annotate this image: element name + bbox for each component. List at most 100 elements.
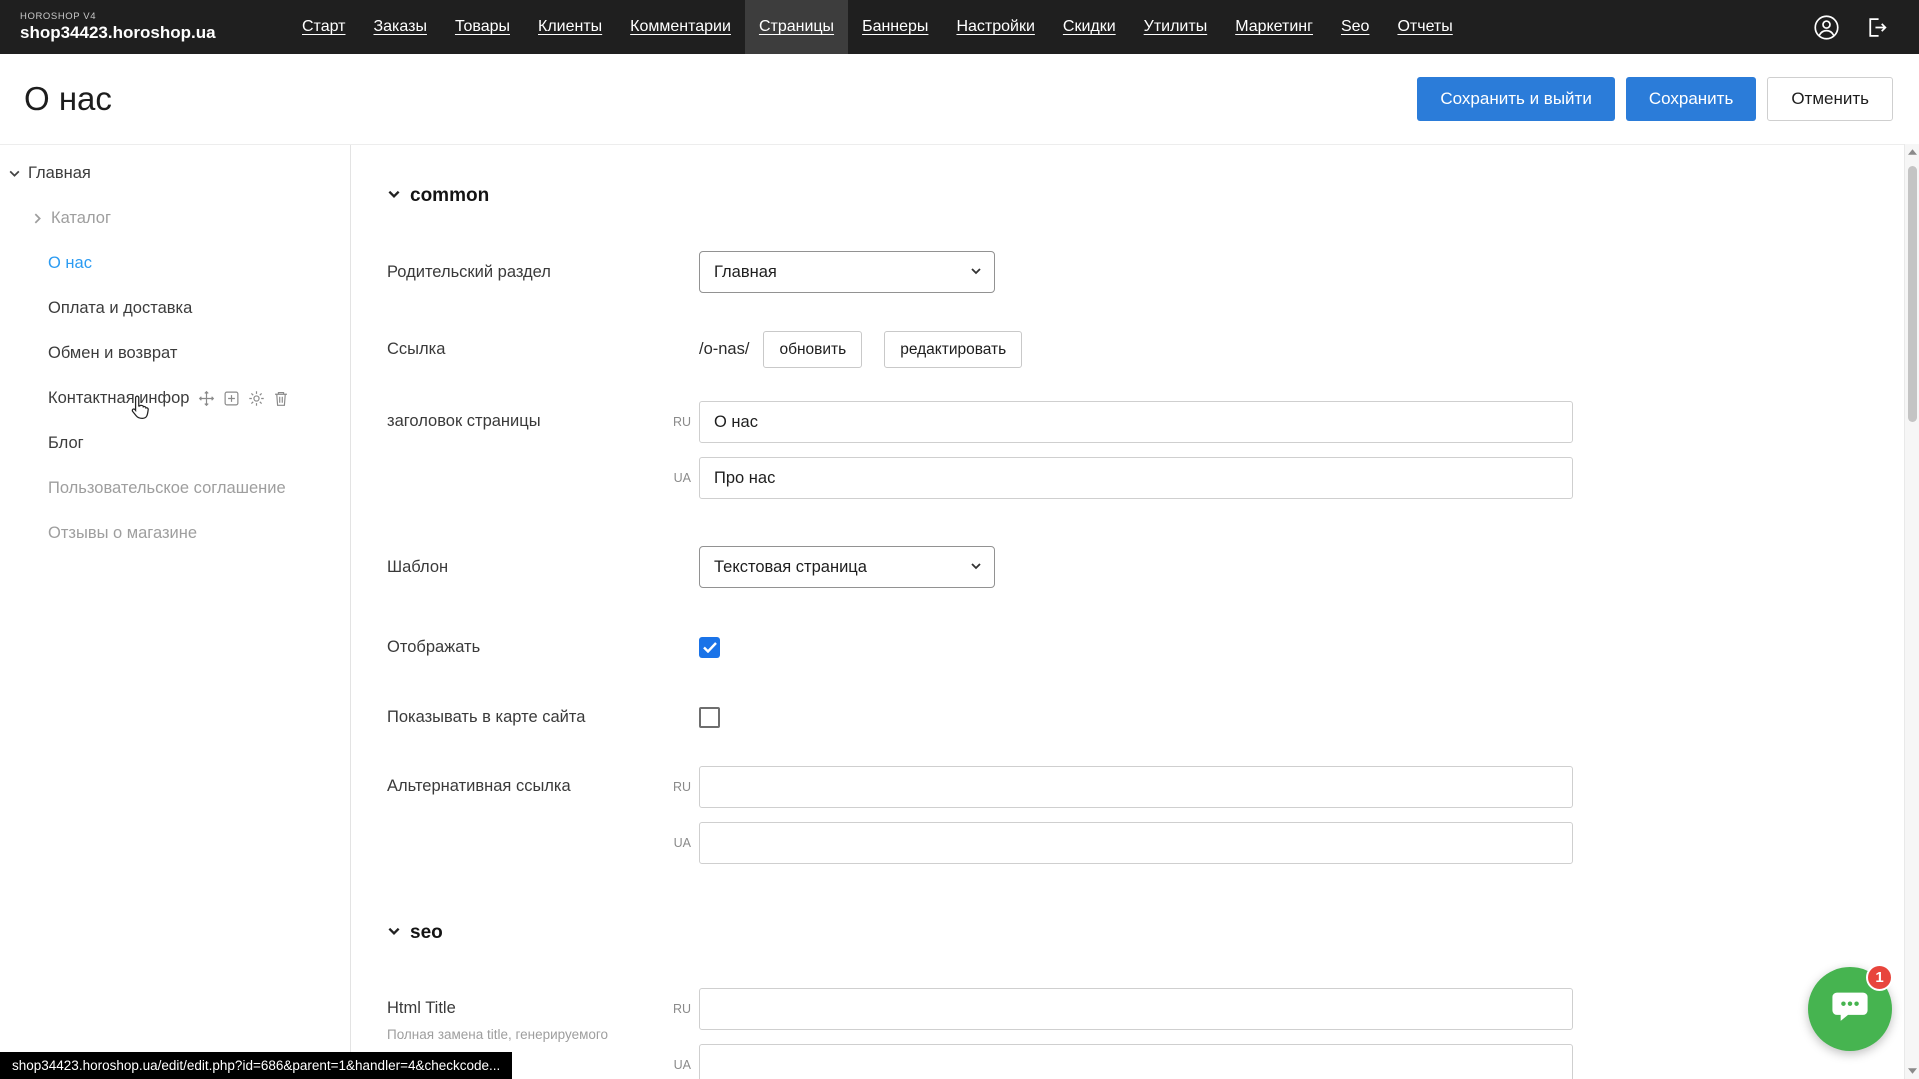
tree-label: Блог	[48, 434, 84, 453]
chevron-down-icon	[970, 263, 982, 282]
nav-item-start[interactable]: Старт	[288, 0, 359, 54]
nav-item-zakazy[interactable]: Заказы	[359, 0, 440, 54]
sitemap-checkbox[interactable]	[699, 707, 720, 728]
logout-icon[interactable]	[1864, 15, 1889, 40]
lang-label-ru: RU	[657, 415, 691, 429]
scrollbar-thumb[interactable]	[1908, 166, 1917, 422]
sidebar-item-polzovatelskoe-soglashenie[interactable]: Пользовательское соглашение	[0, 466, 350, 511]
chevron-down-icon	[970, 558, 982, 577]
template-select[interactable]: Текстовая страница	[699, 546, 995, 588]
html-title-ru-input[interactable]	[699, 988, 1573, 1030]
sidebar-item-glavnaya[interactable]: Главная	[0, 151, 350, 196]
sidebar-item-o-nas[interactable]: О нас	[0, 241, 350, 286]
field-alt-link: Альтернативная ссылка RU UA	[387, 766, 1919, 864]
header-actions: Сохранить и выйти Сохранить Отменить	[1417, 77, 1893, 121]
content: Главная Каталог О нас Оплата и доставка …	[0, 144, 1919, 1079]
tree-item-actions	[198, 390, 289, 407]
sidebar-item-kontaktnaya-infor[interactable]: Контактная инфор	[0, 376, 350, 421]
brand-domain: shop34423.horoshop.ua	[20, 23, 238, 43]
tree-label: Обмен и возврат	[48, 344, 177, 363]
chat-badge: 1	[1866, 964, 1893, 991]
nav-item-utility[interactable]: Утилиты	[1130, 0, 1222, 54]
nav-item-klienty[interactable]: Клиенты	[524, 0, 616, 54]
delete-icon[interactable]	[273, 390, 289, 407]
link-path: /o-nas/	[699, 340, 749, 359]
chevron-down-icon[interactable]	[8, 167, 21, 180]
sidebar-item-blog[interactable]: Блог	[0, 421, 350, 466]
page-title-ua-input[interactable]	[699, 457, 1573, 499]
chevron-right-icon[interactable]	[31, 212, 44, 225]
main-menu: Старт Заказы Товары Клиенты Комментарии …	[288, 0, 1467, 54]
tree-label: О нас	[48, 254, 92, 273]
pages-tree-sidebar: Главная Каталог О нас Оплата и доставка …	[0, 145, 351, 1079]
nav-item-stranitsy[interactable]: Страницы	[745, 0, 848, 54]
section-common[interactable]: common	[387, 185, 489, 207]
cancel-button[interactable]: Отменить	[1767, 77, 1893, 121]
settings-icon[interactable]	[248, 390, 265, 407]
field-display: Отображать	[387, 626, 1919, 668]
lang-row-ru: RU	[657, 988, 1573, 1030]
field-label-block: Html Title Полная замена title, генериру…	[387, 988, 699, 1044]
scroll-up-icon[interactable]	[1905, 144, 1919, 160]
field-link: Ссылка /o-nas/ обновить редактировать	[387, 331, 1919, 368]
user-icon[interactable]	[1813, 14, 1840, 41]
lang-inputs: RU UA	[657, 401, 1573, 499]
chat-widget[interactable]: 1	[1808, 967, 1892, 1051]
scroll-down-icon[interactable]	[1905, 1063, 1919, 1079]
nav-item-otchety[interactable]: Отчеты	[1383, 0, 1466, 54]
alt-link-ua-input[interactable]	[699, 822, 1573, 864]
status-url: shop34423.horoshop.ua/edit/edit.php?id=6…	[0, 1052, 512, 1079]
save-and-exit-button[interactable]: Сохранить и выйти	[1417, 77, 1614, 121]
field-label: Альтернативная ссылка	[387, 766, 699, 796]
alt-link-ru-input[interactable]	[699, 766, 1573, 808]
lang-label-ua: UA	[657, 1058, 691, 1072]
nav-item-seo[interactable]: Seo	[1327, 0, 1383, 54]
lang-row-ua: UA	[657, 457, 1573, 499]
select-value: Главная	[714, 263, 777, 282]
nav-item-marketing[interactable]: Маркетинг	[1221, 0, 1327, 54]
page-title-ru-input[interactable]	[699, 401, 1573, 443]
edit-link-button[interactable]: редактировать	[884, 331, 1022, 368]
scrollbar[interactable]	[1904, 144, 1919, 1079]
tree-label: Отзывы о магазине	[48, 524, 197, 543]
lang-row-ru: RU	[657, 401, 1573, 443]
display-checkbox[interactable]	[699, 637, 720, 658]
field-label: Отображать	[387, 638, 699, 657]
save-button[interactable]: Сохранить	[1626, 77, 1756, 121]
add-icon[interactable]	[223, 390, 240, 407]
field-label: Шаблон	[387, 558, 699, 577]
field-label: Html Title	[387, 999, 699, 1018]
brand[interactable]: HOROSHOP V4 shop34423.horoshop.ua	[20, 0, 238, 54]
field-label: заголовок страницы	[387, 401, 699, 431]
lang-label-ua: UA	[657, 471, 691, 485]
nav-item-tovary[interactable]: Товары	[441, 0, 524, 54]
tree-label: Оплата и доставка	[48, 299, 192, 318]
sidebar-item-katalog[interactable]: Каталог	[0, 196, 350, 241]
tree-label: Каталог	[51, 209, 111, 228]
refresh-link-button[interactable]: обновить	[763, 331, 862, 368]
nav-item-bannery[interactable]: Баннеры	[848, 0, 942, 54]
page-edit-form: common Родительский раздел Главная Ссылк…	[351, 145, 1919, 1079]
sidebar-item-otzyvy-o-magazine[interactable]: Отзывы о магазине	[0, 511, 350, 556]
sidebar-item-oplata-i-dostavka[interactable]: Оплата и доставка	[0, 286, 350, 331]
lang-row-ua: UA	[657, 822, 1573, 864]
field-html-title: Html Title Полная замена title, генериру…	[387, 988, 1919, 1079]
html-title-ua-input[interactable]	[699, 1044, 1573, 1079]
lang-row-ua: UA	[657, 1044, 1573, 1079]
nav-item-nastroyki[interactable]: Настройки	[942, 0, 1048, 54]
sidebar-item-obmen-i-vozvrat[interactable]: Обмен и возврат	[0, 331, 350, 376]
move-icon[interactable]	[198, 390, 215, 407]
section-seo[interactable]: seo	[387, 922, 443, 944]
field-label: Показывать в карте сайта	[387, 708, 699, 727]
nav-item-kommentarii[interactable]: Комментарии	[616, 0, 745, 54]
tree-label: Пользовательское соглашение	[48, 479, 286, 498]
nav-item-skidki[interactable]: Скидки	[1049, 0, 1130, 54]
lang-row-ru: RU	[657, 766, 1573, 808]
top-nav: HOROSHOP V4 shop34423.horoshop.ua Старт …	[0, 0, 1919, 54]
field-sitemap: Показывать в карте сайта	[387, 696, 1919, 738]
tree-label: Контактная инфор	[48, 389, 189, 408]
lang-inputs: RU UA	[657, 988, 1573, 1079]
brand-version: HOROSHOP V4	[20, 11, 238, 22]
parent-section-select[interactable]: Главная	[699, 251, 995, 293]
action-bar: О нас Сохранить и выйти Сохранить Отмени…	[0, 54, 1919, 144]
